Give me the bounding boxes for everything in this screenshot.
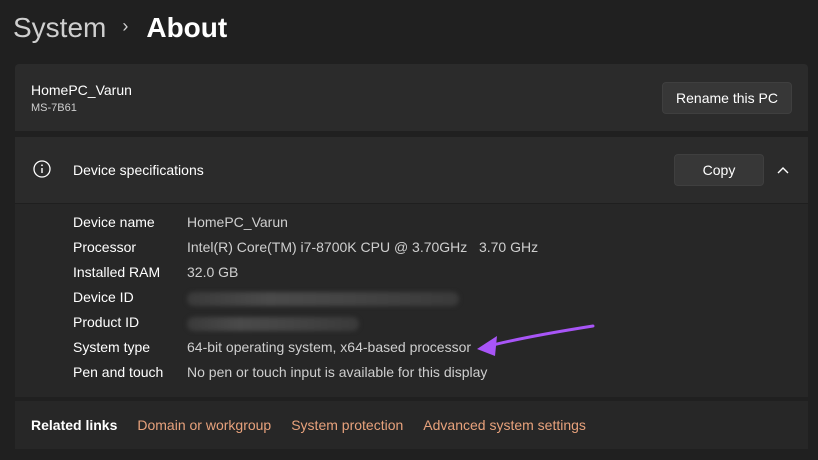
pc-model: MS-7B61	[31, 102, 77, 114]
link-system-protection[interactable]: System protection	[291, 417, 403, 433]
spec-row-device-id: Device ID	[73, 289, 459, 309]
spec-value-redacted	[187, 314, 359, 334]
spec-value: HomePC_Varun	[187, 214, 288, 230]
device-specifications-card: Device specifications Copy Device name H…	[15, 137, 808, 397]
related-links-bar: Related links Domain or workgroup System…	[15, 401, 808, 449]
info-icon	[33, 160, 51, 178]
spec-value: 64-bit operating system, x64-based proce…	[187, 339, 472, 355]
rename-pc-button[interactable]: Rename this PC	[662, 82, 792, 114]
pc-name-card: HomePC_Varun MS-7B61 Rename this PC	[15, 64, 808, 131]
arrow-annotation-icon	[477, 324, 595, 356]
device-specifications-title: Device specifications	[73, 162, 204, 178]
device-specifications-header[interactable]: Device specifications Copy	[15, 137, 808, 204]
spec-label: Product ID	[73, 314, 140, 330]
breadcrumb: System › About	[13, 10, 227, 46]
spec-label: Installed RAM	[73, 264, 161, 280]
spec-row-product-id: Product ID	[73, 314, 359, 334]
spec-label: Pen and touch	[73, 364, 164, 380]
spec-value: No pen or touch input is available for t…	[187, 364, 488, 380]
link-domain-or-workgroup[interactable]: Domain or workgroup	[137, 417, 271, 433]
spec-value: 32.0 GB	[187, 264, 239, 280]
chevron-right-icon: ›	[122, 15, 129, 36]
spec-row-system-type: System type 64-bit operating system, x64…	[73, 339, 471, 359]
pc-name: HomePC_Varun	[31, 82, 132, 98]
settings-page: System › About HomePC_Varun MS-7B61 Rena…	[0, 0, 818, 460]
spec-label: System type	[73, 339, 151, 355]
spec-row-installed-ram: Installed RAM 32.0 GB	[73, 264, 238, 284]
related-links-title: Related links	[31, 417, 118, 433]
spec-label: Device ID	[73, 289, 134, 305]
spec-value: Intel(R) Core(TM) i7-8700K CPU @ 3.70GHz…	[187, 239, 539, 255]
spec-label: Processor	[73, 239, 137, 255]
page-title: About	[146, 12, 228, 43]
chevron-up-icon[interactable]	[775, 162, 791, 178]
spec-label: Device name	[73, 214, 155, 230]
spec-row-device-name: Device name HomePC_Varun	[73, 214, 288, 234]
copy-button[interactable]: Copy	[674, 154, 764, 186]
spec-value-redacted	[187, 289, 459, 309]
spec-row-processor: Processor Intel(R) Core(TM) i7-8700K CPU…	[73, 239, 538, 259]
spec-row-pen-and-touch: Pen and touch No pen or touch input is a…	[73, 364, 487, 384]
link-advanced-system-settings[interactable]: Advanced system settings	[423, 417, 586, 433]
breadcrumb-system[interactable]: System	[13, 12, 106, 44]
